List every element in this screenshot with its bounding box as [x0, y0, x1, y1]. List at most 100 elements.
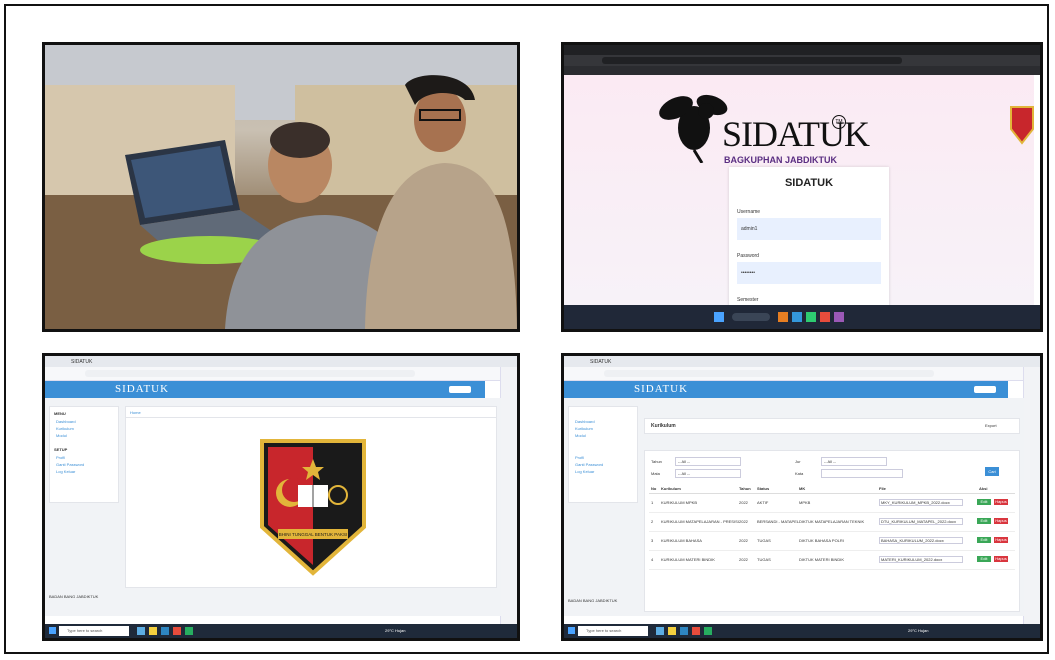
cell-file[interactable]: MATERI_KURIKULUM_2022.docx	[879, 556, 963, 563]
cell-no: 2	[651, 519, 654, 524]
sidebar-item-kurikulum[interactable]: Kurikulum	[575, 426, 593, 431]
cell-kurikulum: KURIKULUM MATERI BINDIK	[661, 557, 715, 562]
browser-address-bar[interactable]	[564, 55, 1040, 66]
weather-text[interactable]: 29°C Hujan	[908, 628, 929, 633]
sidebar-item-profil[interactable]: Profil	[56, 455, 65, 460]
taskbar-search[interactable]: Type here to search	[59, 626, 129, 636]
filter-label-mata: Mata	[651, 471, 660, 476]
emblem-icon	[1010, 106, 1034, 145]
browser-tab-strip[interactable]: SIDATUK	[564, 356, 1040, 367]
taskbar-app-icon[interactable]	[704, 627, 712, 635]
browser-tab-strip[interactable]	[564, 45, 1040, 55]
filter-label-kata: Kata	[795, 471, 804, 476]
taskbar-search-text: Type here to search	[586, 628, 622, 633]
sidebar-item-logout[interactable]: Log Keluar	[575, 469, 594, 474]
breadcrumb[interactable]: Home	[130, 410, 141, 415]
delete-button[interactable]: Hapus	[994, 499, 1008, 505]
sidebar-item-password[interactable]: Ganti Password	[575, 462, 603, 467]
delete-button[interactable]: Hapus	[994, 537, 1008, 543]
sidebar-item-dashboard[interactable]: Dashboard	[56, 419, 76, 424]
logo-tagline: BAGKUPHAN JABDIKTUK	[724, 155, 838, 165]
sidebar-item-modul[interactable]: Modul	[56, 433, 67, 438]
taskbar-app-icon[interactable]	[668, 627, 676, 635]
browser-address-bar[interactable]	[564, 367, 1040, 381]
cell-file[interactable]: DTU_KURIKULUM_MATAPEL_2022.docx	[879, 518, 963, 525]
taskbar-app-icon[interactable]	[692, 627, 700, 635]
sidebar-item-modul[interactable]: Modul	[575, 433, 586, 438]
app-brand: SIDATUK	[115, 383, 170, 395]
windows-start-icon[interactable]	[714, 312, 724, 322]
taskbar-app-icon[interactable]	[792, 312, 802, 322]
taskbar-app-icon[interactable]	[680, 627, 688, 635]
taskbar-app-icon[interactable]	[161, 627, 169, 635]
filter-select-jur[interactable]: -- All --	[821, 457, 887, 466]
sidebar-item-kurikulum[interactable]: Kurikulum	[56, 426, 74, 431]
taskbar-app-icon[interactable]	[778, 312, 788, 322]
delete-button[interactable]: Hapus	[994, 556, 1008, 562]
username-value: admin1	[741, 226, 758, 232]
table-row: 3 KURIKULUM BAHASA 2022 TUGAS DIKTUK BAH…	[649, 532, 1015, 551]
windows-start-icon[interactable]	[49, 627, 56, 634]
dashboard-screenshot-panel: SIDATUK SIDATUK MENU Dashboard Kurikulum…	[42, 353, 520, 641]
taskbar-app-icon[interactable]	[834, 312, 844, 322]
username-label: Username	[737, 209, 761, 215]
table-row: 4 KURIKULUM MATERI BINDIK 2022 TUGAS DIK…	[649, 551, 1015, 570]
user-menu-button[interactable]	[974, 386, 996, 393]
cell-file[interactable]: BAHASA_KURIKULUM_2022.docx	[879, 537, 963, 544]
search-button[interactable]: Cari	[985, 467, 999, 476]
app-sidebar: MENU Dashboard Kurikulum Modul SETUP Pro…	[49, 406, 119, 503]
edit-button[interactable]: Edit	[977, 537, 991, 543]
url-field[interactable]	[85, 370, 415, 377]
bookmarks-bar[interactable]	[564, 66, 1040, 75]
semester-label: Semester	[737, 297, 759, 303]
app-body: MENU Dashboard Kurikulum Modul SETUP Pro…	[45, 398, 501, 616]
user-menu-button[interactable]	[449, 386, 471, 393]
login-screenshot-panel: SIDATUK TM BAGKUPHAN JABDIKTUK SIDATUK U…	[561, 42, 1043, 332]
tab-title[interactable]: SIDATUK	[71, 359, 92, 365]
taskbar-app-icon[interactable]	[656, 627, 664, 635]
filter-select-tahun[interactable]: -- All --	[675, 457, 741, 466]
police-emblem-icon: BHINI TUNGGAL BENTUK PAKSI	[260, 439, 366, 576]
edit-button[interactable]: Edit	[977, 499, 991, 505]
taskbar-app-icon[interactable]	[185, 627, 193, 635]
username-field[interactable]: admin1	[737, 218, 881, 240]
cell-mk: DIKTUK BAHASA POLRI	[799, 538, 844, 543]
weather-text[interactable]: 29°C Hujan	[385, 628, 406, 633]
cell-tahun: 2022	[739, 557, 748, 562]
password-field[interactable]: ••••••••	[737, 262, 881, 284]
taskbar-app-icon[interactable]	[137, 627, 145, 635]
tab-title[interactable]: SIDATUK	[590, 359, 611, 365]
url-field[interactable]	[604, 370, 934, 377]
taskbar-app-icon[interactable]	[806, 312, 816, 322]
col-mk: MK	[799, 486, 806, 491]
taskbar-search-text: Type here to search	[67, 628, 103, 633]
taskbar-app-icon[interactable]	[820, 312, 830, 322]
login-title: SIDATUK	[784, 177, 834, 189]
taskbar-search[interactable]	[732, 313, 770, 321]
sidebar-item-password[interactable]: Ganti Password	[56, 462, 84, 467]
taskbar-search[interactable]: Type here to search	[578, 626, 648, 636]
sidebar-item-dashboard[interactable]: Dashboard	[575, 419, 595, 424]
edit-button[interactable]: Edit	[977, 518, 991, 524]
sidebar-item-profil[interactable]: Profil	[575, 455, 584, 460]
url-field[interactable]	[602, 57, 902, 64]
cell-file[interactable]: MKY_KURIKULUM_MPKB_2022.docx	[879, 499, 963, 506]
taskbar-app-icon[interactable]	[149, 627, 157, 635]
windows-start-icon[interactable]	[568, 627, 575, 634]
login-card: SIDATUK Username admin1 Password •••••••…	[729, 167, 889, 307]
password-value: ••••••••	[741, 270, 756, 276]
cell-kurikulum: KURIKULUM MATAPELAJARAN - PRESISI	[661, 519, 739, 524]
main-card: Home BHINI TUNGGAL BENTUK PAKSI	[125, 406, 497, 588]
edit-button[interactable]: Edit	[977, 556, 991, 562]
filter-search-input[interactable]	[821, 469, 903, 478]
browser-address-bar[interactable]	[45, 367, 517, 381]
office-photo-illustration	[45, 45, 517, 329]
browser-tab-strip[interactable]: SIDATUK	[45, 356, 517, 367]
filter-select-mata[interactable]: -- All --	[675, 469, 741, 478]
edge-sidebar	[500, 367, 517, 624]
taskbar-app-icon[interactable]	[173, 627, 181, 635]
export-button[interactable]: Export	[985, 423, 997, 428]
sidebar-item-logout[interactable]: Log Keluar	[56, 469, 75, 474]
delete-button[interactable]: Hapus	[994, 518, 1008, 524]
cell-status: BERSANDI - MATAPEL	[757, 519, 800, 524]
